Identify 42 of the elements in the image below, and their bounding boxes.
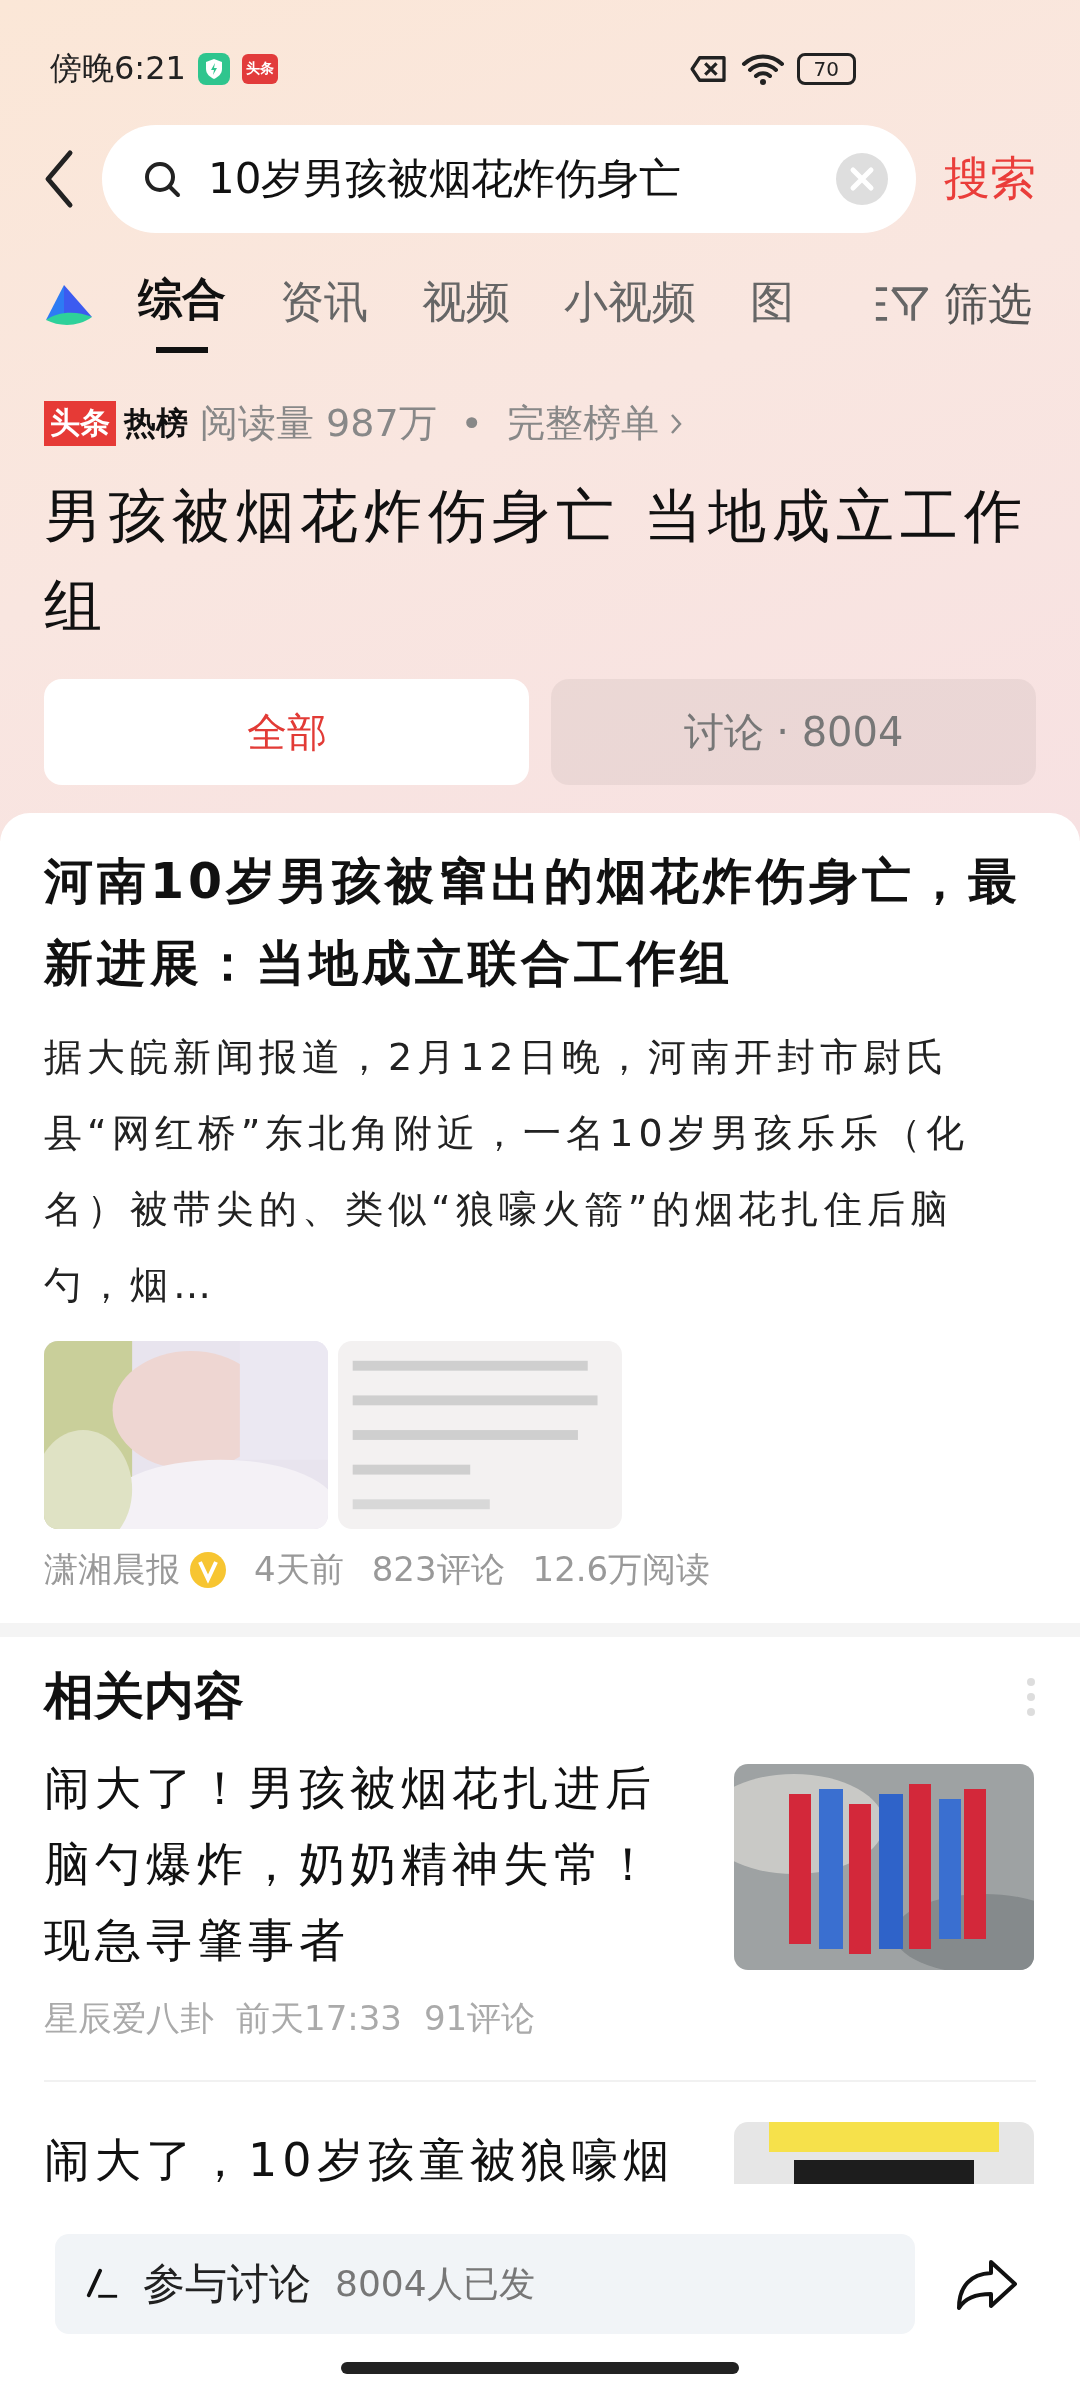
comment-count: 91评论 [424,1997,536,2040]
related-title[interactable]: 闹大了，10岁孩童被狼嚎烟 [44,2122,694,2198]
brand-label: 头条 [44,401,116,446]
category-tab[interactable]: 视频 [422,252,510,356]
segment-tab[interactable]: 讨论 · 8004 [551,679,1036,785]
source-name[interactable]: 潇湘晨报 [44,1547,180,1593]
battery-indicator: 70 [796,53,856,85]
shield-app-icon [197,53,230,85]
publish-time: 前天17:33 [236,1997,402,2040]
article-summary: 据大皖新闻报道，2月12日晚，河南开封市尉氏县“网红桥”东北角附近，一名10岁男孩乐乐（化名）被带尖的、类似“狼嚎火箭”的烟花扎住后脑勺，烟… [44,1034,970,1309]
home-indicator[interactable] [341,2362,739,2374]
read-count: 12.6万阅读 [532,1548,711,1591]
wifi-icon [740,52,785,86]
brand-label: 热榜 [124,402,188,444]
back-icon[interactable] [44,149,74,209]
filter-button[interactable]: 筛选 [874,274,1032,334]
search-icon [142,159,182,199]
topic-title: 男孩被烟花炸伤身亡 当地成立工作组 [44,481,1030,642]
participant-count: 8004人已发 [335,2261,535,2306]
category-tab[interactable]: 图 [750,252,794,356]
more-icon[interactable] [1026,1676,1036,1717]
full-list-link[interactable]: 完整榜单 [507,398,684,449]
app-badge: 头条 [241,54,278,84]
publish-time: 4天前 [254,1548,344,1591]
article-title[interactable]: 河南10岁男孩被窜出的烟花炸伤身亡，最新进展：当地成立联合工作组 [44,841,1036,1005]
pen-icon [85,2267,119,2301]
related-title[interactable]: 闹大了！男孩被烟花扎进后脑勺爆炸，奶奶精神失常！现急寻肇事者 [44,1750,694,1978]
segment-tab[interactable]: 全部 [44,679,529,785]
separator-dot: • [460,401,484,446]
clear-icon[interactable] [836,153,888,205]
read-count: 阅读量 987万 [200,400,437,447]
category-tab[interactable]: 资讯 [280,252,368,356]
search-button[interactable]: 搜索 [944,148,1036,210]
comment-field[interactable]: 参与讨论 8004人已发 [55,2234,915,2334]
search-query: 10岁男孩被烟花炸伤身亡 [208,153,683,205]
comment-placeholder: 参与讨论 [143,2258,311,2310]
comment-count: 823评论 [371,1548,505,1591]
section-heading: 相关内容 [44,1666,244,1727]
search-field[interactable]: 10岁男孩被烟花炸伤身亡 [102,125,916,233]
sim-off-icon [688,54,729,84]
category-tab[interactable]: 小视频 [564,252,696,356]
status-time: 傍晚6:21 [50,48,186,89]
